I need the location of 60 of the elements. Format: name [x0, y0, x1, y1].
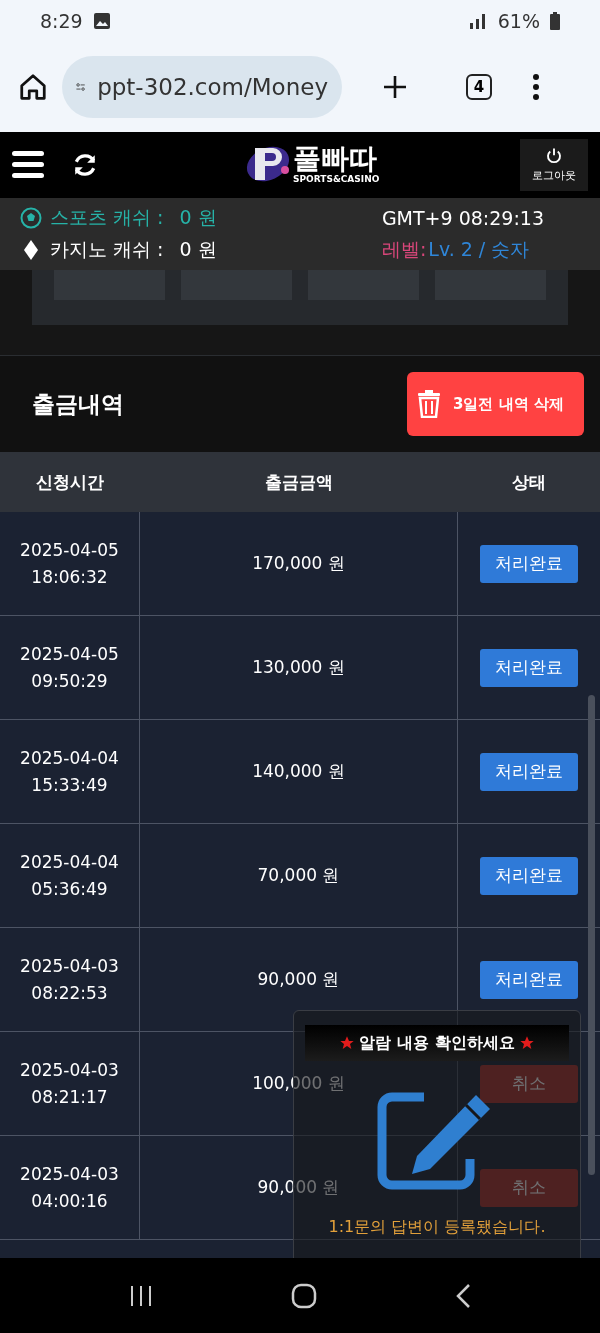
recent-apps-icon[interactable]: [129, 1283, 153, 1308]
image-icon: [92, 12, 111, 30]
tab-count-button[interactable]: 4: [466, 74, 492, 100]
casino-cash-value: 0 원: [179, 237, 217, 262]
request-time-cell-text: 2025-04-05 09:50:29: [20, 642, 119, 693]
amount-cell-text: 70,000 원: [257, 864, 340, 887]
url-text: ppt-302.com/Money: [97, 74, 328, 100]
battery-icon: [550, 12, 560, 30]
status-button[interactable]: 취소: [480, 1168, 578, 1207]
logo-text: 풀빠따: [293, 144, 378, 174]
sports-cash-value: 0 원: [179, 205, 217, 230]
status-button[interactable]: 처리완료: [480, 648, 578, 687]
column-header: 출금금액: [264, 470, 334, 494]
delete-history-button[interactable]: 3일전 내역 삭제: [407, 372, 584, 436]
menu-icon[interactable]: [12, 150, 44, 180]
request-time-cell-text: 2025-04-03 08:22:53: [20, 954, 119, 1005]
status-button[interactable]: 처리완료: [480, 960, 578, 999]
refresh-icon[interactable]: [72, 152, 98, 178]
request-time-cell-text: 2025-04-04 05:36:49: [20, 850, 119, 901]
amount-cell-text: 130,000 원: [252, 656, 345, 679]
section-title: 출금내역: [32, 389, 124, 419]
column-header: 상태: [511, 470, 547, 494]
trash-icon: [417, 390, 441, 418]
amount-cell-text: 90,000 원: [257, 1176, 340, 1199]
signal-icon: [467, 13, 488, 29]
request-time-cell-text: 2025-04-04 15:33:49: [20, 746, 119, 797]
status-button[interactable]: 처리완료: [480, 856, 578, 895]
request-time-cell-text: 2025-04-03 04:00:16: [20, 1162, 119, 1213]
server-clock: GMT+9 08:29:13: [381, 207, 544, 229]
status-button[interactable]: 취소: [480, 1064, 578, 1103]
status-button[interactable]: 처리완료: [480, 752, 578, 791]
home-icon[interactable]: [18, 72, 48, 102]
sports-cash-label: 스포츠 캐쉬 :: [50, 205, 164, 230]
clock-time: 8:29: [40, 10, 83, 32]
level-label: 레벨:: [381, 237, 427, 262]
request-time-cell-text: 2025-04-05 18:06:32: [20, 538, 119, 589]
casino-cash-label: 카지노 캐쉬 :: [50, 237, 164, 262]
soccer-ball-icon: [20, 207, 42, 229]
star-icon: [339, 1035, 356, 1051]
amount-cell-text: 140,000 원: [252, 760, 345, 783]
scrollbar[interactable]: [588, 695, 595, 1175]
amount-cell-text: 170,000 원: [252, 552, 345, 575]
amount-cell-text: 90,000 원: [257, 968, 340, 991]
popup-title: 알람 내용 확인하세요: [359, 1032, 515, 1054]
plus-icon[interactable]: [382, 74, 408, 100]
more-icon[interactable]: [532, 74, 540, 100]
power-icon: [545, 147, 563, 165]
column-header: 신청시간: [35, 470, 105, 494]
status-button[interactable]: 처리완료: [480, 544, 578, 583]
address-bar[interactable]: ppt-302.com/Money: [62, 56, 342, 118]
popup-message: 1:1문의 답변이 등록됐습니다.: [328, 1217, 546, 1238]
level-value: Lv. 2 / 숫자: [428, 237, 530, 262]
home-button-icon[interactable]: [291, 1282, 317, 1309]
battery-level: 61%: [497, 10, 540, 32]
logout-button[interactable]: 로그아웃: [520, 139, 588, 191]
star-icon: [518, 1035, 535, 1051]
back-icon[interactable]: [455, 1282, 471, 1309]
request-time-cell-text: 2025-04-03 08:21:17: [20, 1058, 119, 1109]
amount-cell-text: 100,000 원: [252, 1072, 345, 1095]
logo-subtitle: SPORTS&CASINO: [293, 174, 380, 184]
